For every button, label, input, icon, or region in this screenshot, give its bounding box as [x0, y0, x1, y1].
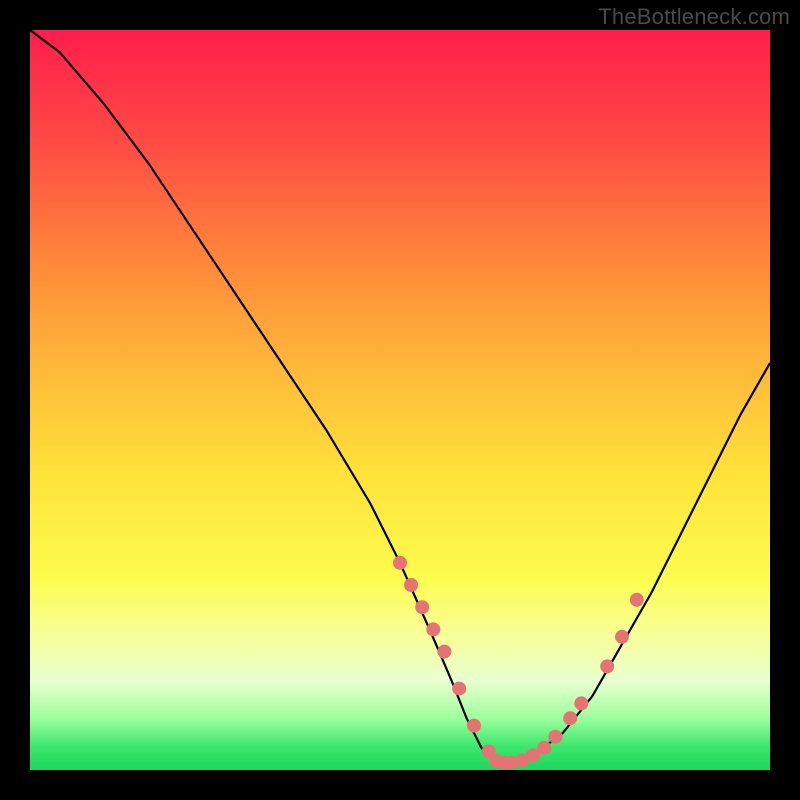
marker-point: [415, 600, 429, 614]
marker-point: [537, 741, 551, 755]
marker-point: [452, 682, 466, 696]
marker-point: [404, 578, 418, 592]
marker-point: [437, 645, 451, 659]
marker-point: [426, 622, 440, 636]
marker-point: [467, 719, 481, 733]
marker-point: [600, 659, 614, 673]
marker-point: [574, 696, 588, 710]
highlight-points: [393, 556, 644, 770]
watermark-text: TheBottleneck.com: [598, 4, 790, 30]
plot-area: [30, 30, 770, 770]
marker-point: [615, 630, 629, 644]
marker-point: [393, 556, 407, 570]
bottleneck-curve: [30, 30, 770, 763]
chart-svg: [30, 30, 770, 770]
chart-frame: TheBottleneck.com: [0, 0, 800, 800]
marker-point: [630, 593, 644, 607]
marker-point: [548, 730, 562, 744]
marker-point: [563, 711, 577, 725]
